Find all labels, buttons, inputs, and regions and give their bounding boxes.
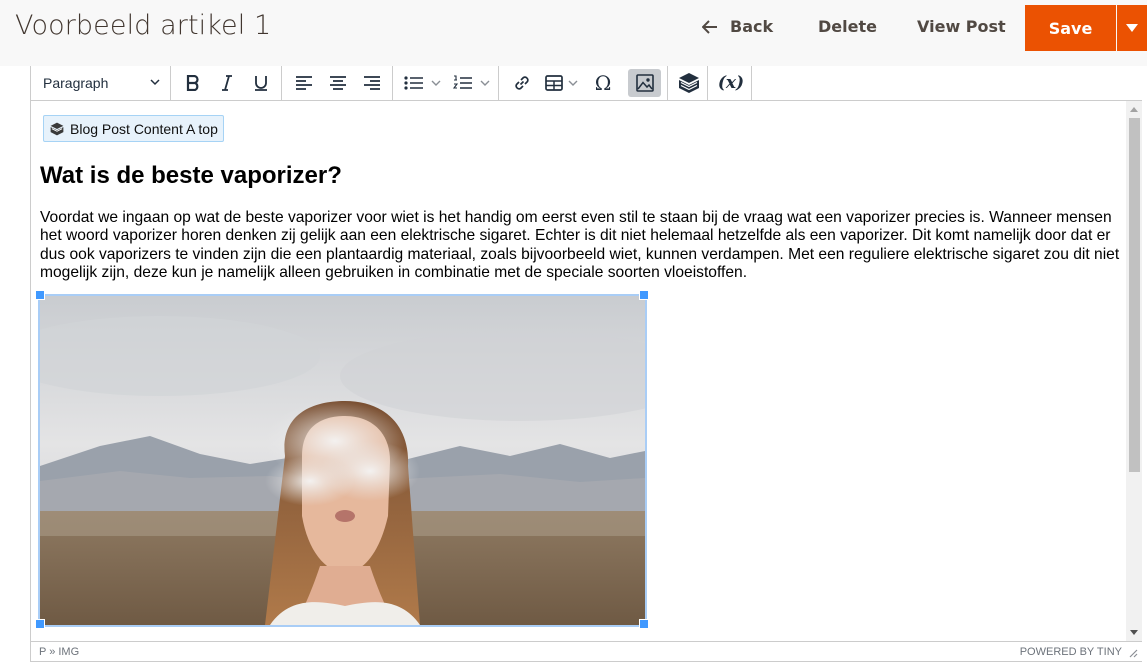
insert-widget-button[interactable] bbox=[674, 69, 704, 97]
chevron-down-icon bbox=[568, 80, 578, 86]
image-resize-handle-bottom-right[interactable] bbox=[639, 619, 649, 629]
back-label: Back bbox=[730, 17, 774, 36]
align-left-button[interactable] bbox=[290, 69, 318, 97]
toolbar-group-lists bbox=[393, 66, 499, 100]
toolbar-group-insert: Ω bbox=[499, 66, 661, 100]
page-header: Voorbeeld artikel 1 Back Delete View Pos… bbox=[0, 0, 1147, 66]
scrollbar-thumb[interactable] bbox=[1129, 118, 1140, 472]
image-resize-handle-bottom-left[interactable] bbox=[35, 619, 45, 629]
bold-icon bbox=[186, 75, 199, 91]
widget-icon bbox=[679, 73, 699, 93]
toolbar-group-format: Paragraph bbox=[31, 66, 171, 100]
editor-content-area[interactable]: Blog Post Content A top Wat is de beste … bbox=[32, 101, 1126, 641]
italic-button[interactable] bbox=[213, 69, 241, 97]
bullet-list-icon bbox=[404, 76, 423, 90]
editor-statusbar: P » IMG POWERED BY TINY bbox=[31, 641, 1142, 661]
omega-icon: Ω bbox=[594, 71, 612, 95]
back-button[interactable]: Back bbox=[702, 17, 773, 36]
link-button[interactable] bbox=[507, 69, 537, 97]
table-icon bbox=[545, 75, 563, 91]
delete-button[interactable]: Delete bbox=[818, 17, 877, 36]
arrow-left-icon bbox=[702, 19, 717, 34]
caret-down-icon bbox=[1126, 24, 1138, 32]
toolbar-group-widget bbox=[667, 66, 708, 100]
image-icon bbox=[635, 74, 654, 92]
numbered-list-icon bbox=[453, 75, 472, 89]
widget-placeholder[interactable]: Blog Post Content A top bbox=[43, 115, 224, 142]
widget-icon bbox=[50, 122, 64, 135]
align-right-icon bbox=[364, 76, 380, 90]
woman-vaping-photo bbox=[40, 296, 645, 625]
table-button[interactable] bbox=[541, 69, 583, 97]
toolbar-group-align bbox=[282, 66, 393, 100]
special-character-button[interactable]: Ω bbox=[589, 69, 617, 97]
align-center-button[interactable] bbox=[324, 69, 352, 97]
scroll-down-arrow-icon[interactable] bbox=[1130, 630, 1138, 635]
editor-scrollbar[interactable] bbox=[1126, 101, 1142, 641]
article-paragraph: Voordat we ingaan op wat de beste vapori… bbox=[40, 209, 1120, 281]
toolbar-group-text-style bbox=[171, 66, 282, 100]
block-format-value: Paragraph bbox=[43, 75, 109, 91]
insert-variable-button[interactable]: (x) bbox=[716, 69, 746, 97]
align-right-button[interactable] bbox=[358, 69, 386, 97]
block-format-select[interactable]: Paragraph bbox=[39, 70, 164, 96]
bold-button[interactable] bbox=[179, 69, 207, 97]
underline-button[interactable] bbox=[247, 69, 275, 97]
chevron-down-icon bbox=[150, 79, 160, 86]
resize-icon[interactable] bbox=[1128, 648, 1138, 658]
save-options-button[interactable] bbox=[1117, 5, 1147, 51]
bullet-list-button[interactable] bbox=[401, 69, 445, 97]
variable-icon: (x) bbox=[717, 73, 745, 93]
numbered-list-button[interactable] bbox=[449, 69, 495, 97]
rich-text-editor: Paragraph Ω (x) Blog Post Content A top … bbox=[30, 66, 1142, 662]
insert-image-button[interactable] bbox=[628, 69, 661, 97]
widget-label: Blog Post Content A top bbox=[70, 120, 218, 137]
chevron-down-icon bbox=[431, 80, 441, 86]
toolbar-group-variable: (x) bbox=[708, 66, 752, 100]
align-center-icon bbox=[330, 76, 346, 90]
image-resize-handle-top-left[interactable] bbox=[35, 290, 45, 300]
editor-toolbar: Paragraph Ω (x) bbox=[31, 66, 1142, 101]
view-post-button[interactable]: View Post bbox=[917, 17, 1006, 36]
page-title: Voorbeeld artikel 1 bbox=[15, 10, 272, 41]
image-resize-handle-top-right[interactable] bbox=[639, 290, 649, 300]
link-icon bbox=[515, 76, 529, 90]
align-left-icon bbox=[296, 76, 312, 90]
save-button[interactable]: Save bbox=[1025, 5, 1116, 51]
article-image[interactable] bbox=[38, 294, 647, 627]
chevron-down-icon bbox=[480, 80, 490, 86]
element-path[interactable]: P » IMG bbox=[39, 646, 79, 658]
article-heading: Wat is de beste vaporizer? bbox=[40, 162, 342, 189]
italic-icon bbox=[222, 75, 232, 91]
underline-icon bbox=[255, 76, 267, 91]
scroll-up-arrow-icon[interactable] bbox=[1130, 107, 1138, 112]
powered-by-link[interactable]: POWERED BY TINY bbox=[1020, 646, 1122, 658]
